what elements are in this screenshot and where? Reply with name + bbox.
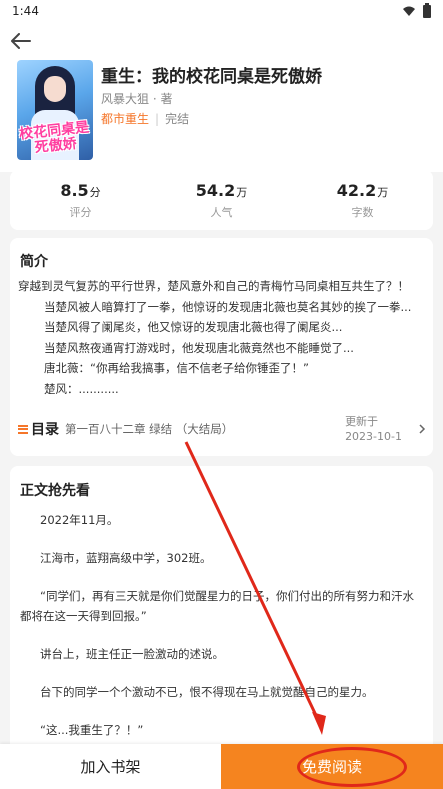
stat-wordcount-unit: 万 bbox=[377, 185, 389, 199]
intro-line: 当楚风被人暗算打了一拳，他惊讶的发现唐北薇也莫名其妙的挨了一拳... bbox=[44, 299, 412, 314]
toc-update-date: 2023-10-1 bbox=[345, 430, 402, 443]
book-author: 风暴大狙 · 著 bbox=[101, 92, 173, 106]
stat-rating-unit: 分 bbox=[89, 185, 101, 199]
preview-paragraph: “这...我重生了？！” bbox=[40, 723, 144, 737]
cover-title: 校花同桌是死傲娇 bbox=[18, 119, 90, 157]
stat-popularity-label: 人气 bbox=[210, 205, 233, 219]
stat-popularity: 54.2万 人气 bbox=[151, 170, 292, 230]
tag-divider: | bbox=[155, 111, 160, 126]
toc-update-label: 更新于 bbox=[345, 415, 379, 428]
toc-row[interactable]: 目录 第一百八十二章 绿结 （大结局） 更新于 2023-10-1 bbox=[18, 412, 426, 446]
status-icons bbox=[403, 2, 431, 18]
preview-paragraph: 台下的同学一个个激动不已，恨不得现在马上就觉醒自己的星力。 bbox=[40, 685, 374, 699]
status-time: 1:44 bbox=[12, 4, 39, 18]
list-icon bbox=[18, 424, 28, 434]
free-read-button[interactable]: 免费阅读 bbox=[221, 744, 443, 789]
intro-line: 唐北薇：“你再给我搞事，信不信老子给你锤歪了！” bbox=[44, 361, 309, 375]
intro-text[interactable]: 穿越到灵气复苏的平行世界，楚风意外和自己的青梅竹马同桌相互共生了？！ 当楚风被人… bbox=[18, 276, 426, 399]
stat-popularity-unit: 万 bbox=[236, 185, 248, 199]
add-to-shelf-button[interactable]: 加入书架 bbox=[0, 744, 221, 789]
intro-card: 简介 穿越到灵气复苏的平行世界，楚风意外和自己的青梅竹马同桌相互共生了？！ 当楚… bbox=[10, 238, 433, 456]
status-tag: 完结 bbox=[165, 112, 190, 126]
toc-update: 更新于 2023-10-1 bbox=[345, 414, 402, 444]
toc-label: 目录 bbox=[31, 422, 59, 438]
intro-line: 当楚风熬夜通宵打游戏时，他发现唐北薇竟然也不能睡觉了... bbox=[44, 340, 354, 355]
bottom-action-bar: 加入书架 免费阅读 bbox=[0, 744, 443, 789]
intro-line: 楚风：........... bbox=[44, 381, 119, 396]
genre-tag[interactable]: 都市重生 bbox=[101, 110, 149, 127]
stats-card: 8.5分 评分 54.2万 人气 42.2万 字数 bbox=[10, 170, 433, 230]
intro-title: 简介 bbox=[20, 254, 48, 270]
preview-body[interactable]: 2022年11月。 江海市，蓝翔高级中学，302班。 “同学们，再有三天就是你们… bbox=[20, 510, 422, 746]
highlight-circle bbox=[297, 747, 407, 787]
intro-line: 当楚风得了阑尾炎，他又惊讶的发现唐北薇也得了阑尾炎... bbox=[44, 320, 343, 334]
book-title: 重生：我的校花同桌是死傲娇 bbox=[101, 67, 322, 87]
stat-wordcount: 42.2万 字数 bbox=[292, 170, 433, 230]
stat-rating: 8.5分 评分 bbox=[10, 170, 151, 230]
preview-paragraph: 江海市，蓝翔高级中学，302班。 bbox=[40, 551, 212, 565]
preview-title: 正文抢先看 bbox=[20, 483, 90, 499]
preview-card: 正文抢先看 2022年11月。 江海市，蓝翔高级中学，302班。 “同学们，再有… bbox=[10, 466, 433, 746]
stat-wordcount-label: 字数 bbox=[351, 205, 374, 219]
status-bar: 1:44 bbox=[0, 0, 443, 22]
preview-paragraph: “同学们，再有三天就是你们觉醒星力的日子，你们付出的所有努力和汗水都将在这一天得… bbox=[20, 589, 414, 623]
preview-paragraph: 讲台上，班主任正一脸激动的述说。 bbox=[40, 647, 224, 661]
chevron-right-icon bbox=[419, 424, 426, 434]
wifi-icon bbox=[403, 6, 415, 16]
book-header: 校花同桌是死傲娇 重生：我的校花同桌是死傲娇 风暴大狙 · 著 都市重生 | 完… bbox=[0, 22, 443, 172]
toc-latest-chapter: 第一百八十二章 绿结 （大结局） bbox=[65, 422, 234, 436]
stat-rating-value: 8.5 bbox=[60, 180, 89, 200]
battery-icon bbox=[423, 2, 431, 18]
back-button[interactable] bbox=[8, 28, 34, 54]
book-tags: 都市重生 | 完结 bbox=[101, 110, 189, 127]
intro-line: 穿越到灵气复苏的平行世界，楚风意外和自己的青梅竹马同桌相互共生了？！ bbox=[18, 279, 409, 293]
book-cover[interactable]: 校花同桌是死傲娇 bbox=[17, 60, 93, 160]
stat-wordcount-value: 42.2 bbox=[336, 180, 377, 200]
back-arrow-icon bbox=[11, 33, 31, 49]
cover-face bbox=[44, 76, 66, 102]
stat-popularity-value: 54.2 bbox=[195, 180, 236, 200]
preview-paragraph: 2022年11月。 bbox=[40, 513, 119, 527]
stat-rating-label: 评分 bbox=[69, 205, 92, 219]
